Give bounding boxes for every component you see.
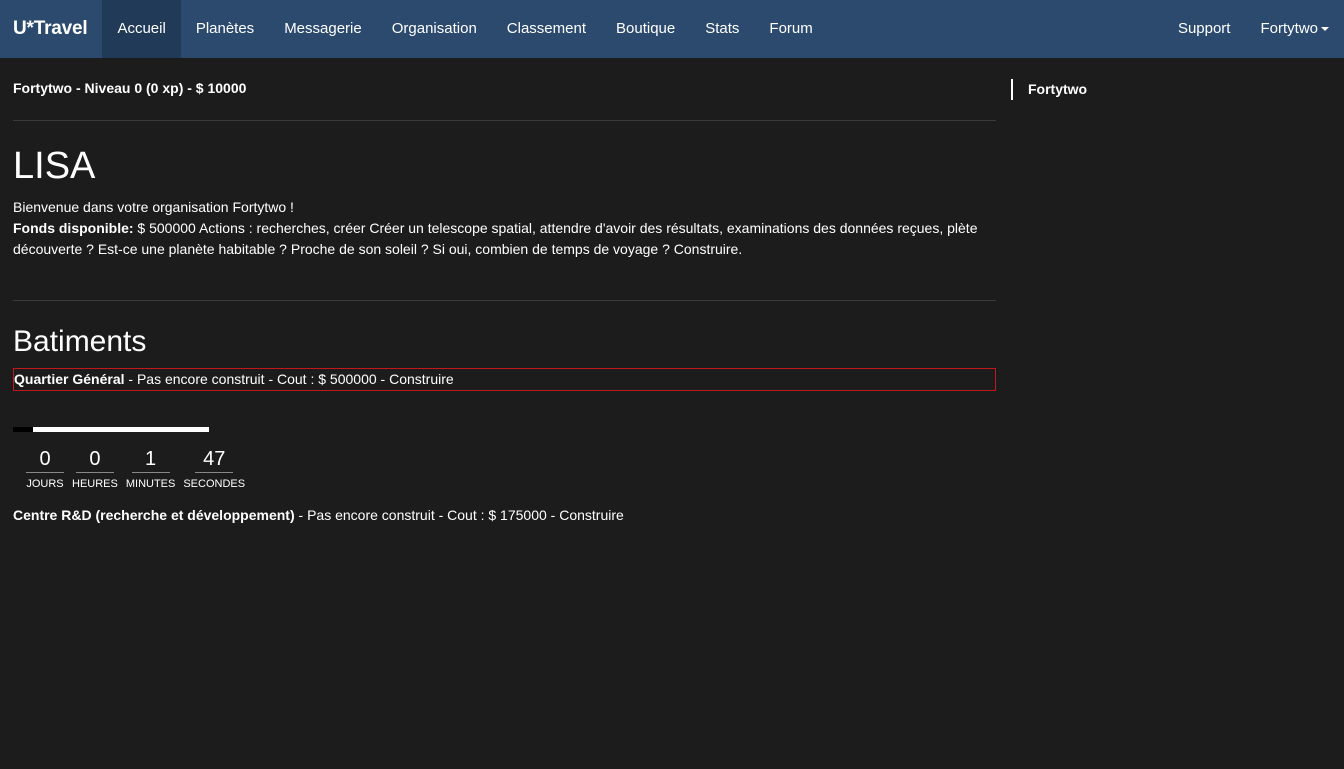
funds-text: $ 500000 Actions : recherches, créer Cré… — [13, 220, 978, 257]
building-centre-rd[interactable]: Centre R&D (recherche et développement) … — [13, 505, 624, 526]
building-name: Quartier Général — [14, 371, 125, 387]
countdown-value: 0 — [75, 446, 114, 473]
nav-organisation[interactable]: Organisation — [377, 0, 492, 58]
caret-down-icon — [1321, 27, 1329, 32]
countdown-hours: 0 HEURES — [72, 446, 118, 493]
building-name: Centre R&D (recherche et développement) — [13, 507, 295, 523]
countdown-value: 47 — [195, 446, 234, 473]
building-detail: - Pas encore construit - Cout : $ 175000… — [294, 507, 624, 523]
building-quartier-general[interactable]: Quartier Général - Pas encore construit … — [13, 368, 996, 391]
batiments-title: Batiments — [13, 325, 147, 358]
user-menu-dropdown[interactable]: Fortytwo — [1245, 0, 1344, 58]
nav-support[interactable]: Support — [1163, 0, 1246, 58]
countdown-label: HEURES — [72, 478, 118, 490]
countdown-timer: 0 JOURS 0 HEURES 1 MINUTES 47 SECONDES — [26, 446, 245, 493]
nav-planetes[interactable]: Planètes — [181, 0, 269, 58]
divider — [13, 300, 996, 301]
countdown-label: MINUTES — [125, 478, 176, 490]
countdown-minutes: 1 MINUTES — [126, 446, 176, 493]
nav-accueil[interactable]: Accueil — [102, 0, 181, 58]
organisation-title: LISA — [13, 145, 96, 187]
brand-logo[interactable]: U*Travel — [0, 0, 102, 58]
countdown-days: 0 JOURS — [26, 446, 64, 493]
countdown-label: SECONDES — [183, 478, 246, 490]
countdown-label: JOURS — [26, 478, 64, 490]
countdown-seconds: 47 SECONDES — [183, 446, 245, 493]
welcome-text: Bienvenue dans votre organisation Fortyt… — [13, 199, 294, 215]
nav-classement[interactable]: Classement — [492, 0, 601, 58]
sidebar-org-label[interactable]: Fortytwo — [1028, 81, 1087, 97]
countdown-value: 0 — [26, 446, 64, 473]
construction-progress-bar — [13, 427, 209, 432]
user-menu-label: Fortytwo — [1260, 20, 1318, 37]
funds-paragraph: Fonds disponible: $ 500000 Actions : rec… — [13, 218, 983, 260]
building-detail: - Pas encore construit - Cout : $ 500000… — [124, 371, 454, 387]
sidebar-organisation: Fortytwo — [1011, 79, 1087, 100]
nav-stats[interactable]: Stats — [690, 0, 754, 58]
user-status-line: Fortytwo - Niveau 0 (0 xp) - $ 10000 — [13, 80, 247, 96]
divider — [13, 120, 996, 121]
nav-right: Support Fortytwo — [1163, 0, 1344, 58]
nav-boutique[interactable]: Boutique — [601, 0, 690, 58]
nav-messagerie[interactable]: Messagerie — [269, 0, 377, 58]
top-navbar: U*Travel Accueil Planètes Messagerie Org… — [0, 0, 1344, 58]
nav-list: Accueil Planètes Messagerie Organisation… — [102, 0, 827, 58]
construction-progress-fill — [13, 427, 33, 432]
nav-forum[interactable]: Forum — [754, 0, 827, 58]
countdown-value: 1 — [131, 446, 170, 473]
organisation-intro: Bienvenue dans votre organisation Fortyt… — [13, 197, 983, 260]
funds-label: Fonds disponible: — [13, 220, 134, 236]
